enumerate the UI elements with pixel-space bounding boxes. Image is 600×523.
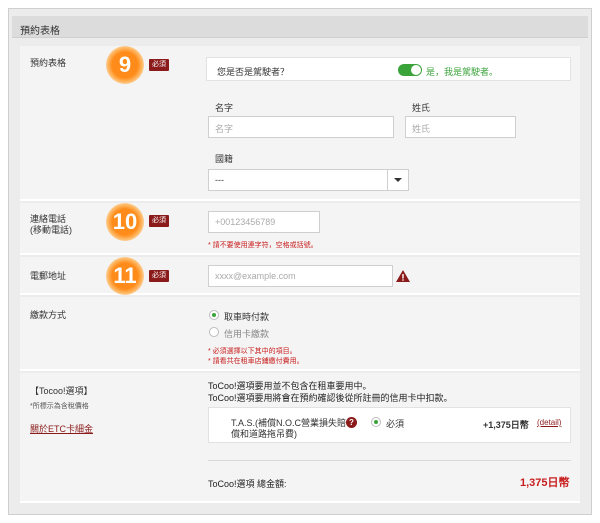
email-section: 電郵地址 11 必須 xxxx@example.com [20, 257, 580, 295]
tocoo-total-label: ToCoo!選項 總金額: [208, 479, 287, 489]
help-icon[interactable]: ? [346, 417, 357, 428]
phone-label-line1: 連絡電話 [30, 214, 67, 224]
etc-card-link[interactable]: 關於ETC卡細金 [30, 422, 93, 435]
payment-note-1: * 必須選擇以下其中的項目。 [208, 348, 297, 355]
payment-option-pickup: 取車時付款 [224, 312, 270, 322]
select-toggle[interactable] [387, 170, 408, 190]
phone-section: 連絡電話 (移動電話) 10 必須 +00123456789 * 請不要使用連字… [20, 203, 580, 255]
nationality-label: 國籍 [215, 154, 234, 164]
required-tag: 必須 [149, 215, 169, 227]
last-name-label: 姓氏 [412, 103, 431, 113]
form-header: 預約表格 [12, 16, 588, 38]
email-label: 電郵地址 [30, 271, 67, 281]
tocoo-label: 【Tocoo!選項】 [30, 386, 93, 396]
driver-question: 您是否是駕駛者？ [217, 67, 290, 77]
driver-toggle-label: 是，我是駕駛者。 [426, 67, 499, 77]
tocoo-desc-2: ToCoo!選項要用將會在預約確認後從所註冊的信用卡中扣款。 [208, 393, 453, 403]
required-tag: 必須 [149, 270, 169, 282]
tas-detail-link[interactable]: (detail) [537, 418, 561, 427]
driver-toggle[interactable] [398, 64, 422, 76]
nationality-select[interactable]: --- [208, 169, 409, 191]
step-badge-10: 10 [106, 203, 144, 241]
payment-note-2: * 請看共在租車店鋪繳付費用。 [208, 358, 304, 365]
email-input[interactable]: xxxx@example.com [208, 265, 393, 287]
driver-section: 預約表格 9 必須 您是否是駕駛者？ 是，我是駕駛者。 名字 名字 姓氏 姓氏 … [20, 46, 580, 201]
phone-input[interactable]: +00123456789 [208, 211, 320, 233]
tocoo-section: 【Tocoo!選項】 *所標示為含稅價格 關於ETC卡細金 ToCoo!選項要用… [20, 373, 580, 503]
payment-radio-pickup[interactable] [209, 310, 219, 320]
payment-label: 繳款方式 [30, 310, 67, 320]
payment-section: 繳款方式 取車時付款 信用卡繳款 * 必須選擇以下其中的項目。 * 請看共在租車… [20, 297, 580, 371]
tas-option-line2: 償和道路拖吊費) [231, 429, 297, 439]
phone-note: * 請不要使用連字符，空格或括號。 [208, 242, 318, 249]
phone-label-line2: (移動電話) [30, 225, 72, 235]
payment-radio-card[interactable] [209, 327, 219, 337]
warning-icon [396, 270, 410, 282]
required-tag: 必須 [149, 59, 169, 71]
toggle-knob [411, 65, 421, 75]
phone-label: 連絡電話 (移動電話) [30, 214, 72, 236]
first-name-label: 名字 [215, 103, 234, 113]
chevron-down-icon [394, 178, 402, 182]
form-title: 預約表格 [20, 26, 60, 37]
step-badge-9: 9 [106, 46, 144, 84]
step-badge-11: 11 [106, 257, 144, 295]
driver-section-label: 預約表格 [30, 58, 67, 68]
total-divider [208, 460, 571, 461]
tas-required-label: 必須 [386, 419, 405, 429]
first-name-input[interactable]: 名字 [208, 116, 394, 138]
nationality-value: --- [215, 175, 224, 185]
tocoo-sub-label: *所標示為含稅價格 [30, 403, 89, 410]
tas-option-box: T.A.S.(補償N.O.C營業損失賠 償和道路拖吊費) ? 必須 +1,375… [208, 407, 571, 443]
tocoo-total-value: 1,375日幣 [520, 477, 570, 489]
tas-price: +1,375日幣 [483, 420, 529, 430]
last-name-input[interactable]: 姓氏 [405, 116, 516, 138]
payment-option-card: 信用卡繳款 [224, 329, 270, 339]
tas-required-radio[interactable] [371, 417, 381, 427]
driver-question-box: 您是否是駕駛者？ 是，我是駕駛者。 [206, 57, 571, 81]
